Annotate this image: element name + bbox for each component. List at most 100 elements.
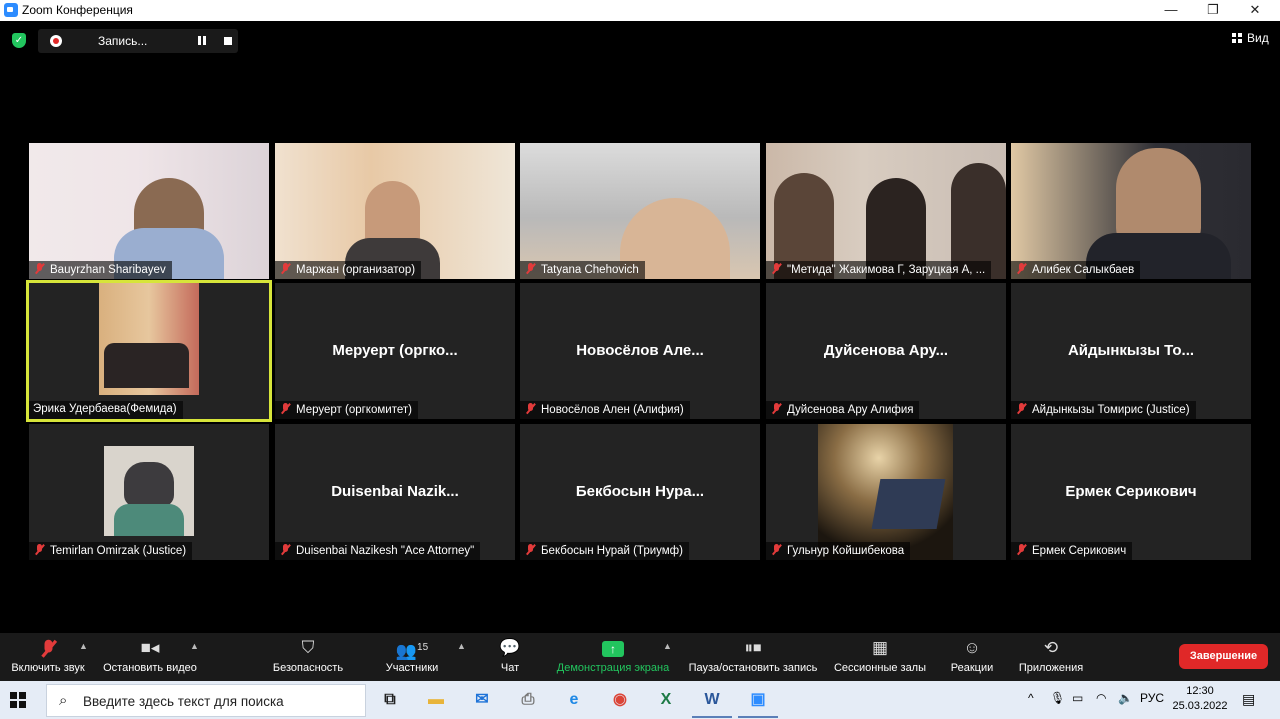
view-label: Вид xyxy=(1247,31,1269,45)
mic-muted-icon xyxy=(1017,263,1026,274)
mic-muted-icon xyxy=(281,544,290,555)
mic-muted-icon xyxy=(772,544,781,555)
reactions-button[interactable]: ☺ Реакции xyxy=(946,633,998,681)
chrome-browser-icon[interactable]: ◉ xyxy=(606,686,634,714)
mic-muted-icon xyxy=(35,544,44,555)
window-titlebar: Zoom Конференция — ❐ ✕ xyxy=(0,0,1280,21)
participant-name: Ермек Серикович xyxy=(1011,542,1133,560)
view-button[interactable]: Вид xyxy=(1232,31,1269,45)
recording-label: Запись... xyxy=(98,34,148,48)
smiley-icon: ☺ xyxy=(963,638,981,657)
edge-browser-icon[interactable]: e xyxy=(560,686,588,714)
participant-tile[interactable]: Дуйсенова Ару... Дуйсенова Ару Алифия xyxy=(766,283,1006,419)
mail-icon[interactable]: ✉ xyxy=(468,686,496,714)
mic-muted-icon xyxy=(281,263,290,274)
security-button[interactable]: ⛉ Безопасность xyxy=(268,633,348,681)
zoom-app-icon xyxy=(4,3,18,17)
participant-avatar-figure xyxy=(114,504,184,536)
minimize-button[interactable]: — xyxy=(1150,0,1192,21)
participants-options-caret-icon[interactable]: ▲ xyxy=(457,641,466,651)
grid-icon xyxy=(1232,33,1242,43)
participant-tile[interactable]: Ермек Серикович Ермек Серикович xyxy=(1011,424,1251,560)
file-explorer-icon[interactable]: ▬ xyxy=(422,686,450,714)
participant-name: Алибек Салыкбаев xyxy=(1011,261,1141,279)
mic-muted-icon xyxy=(772,263,781,274)
mic-muted-icon xyxy=(526,544,535,555)
taskbar-search-box[interactable]: ⌕ Введите здесь текст для поиска xyxy=(46,684,366,717)
pause-stop-recording-button[interactable]: ⏸⏹ Пауза/остановить запись xyxy=(684,633,822,681)
participant-name: Новосёлов Ален (Алифия) xyxy=(520,401,690,419)
participant-tile[interactable]: Гульнур Койшибекова xyxy=(766,424,1006,560)
participant-name: "Метида" Жакимова Г, Заруцкая А, ... xyxy=(766,261,992,279)
participant-display-name: Новосёлов Але... xyxy=(576,342,704,359)
participant-tile[interactable]: Айдынкызы То... Айдынкызы Томирис (Justi… xyxy=(1011,283,1251,419)
participant-name: Tatyana Chehovich xyxy=(520,261,645,279)
battery-icon[interactable]: ▭ xyxy=(1072,691,1083,705)
mic-muted-icon xyxy=(526,263,535,274)
clock-time: 12:30 xyxy=(1186,685,1214,697)
search-placeholder: Введите здесь текст для поиска xyxy=(83,694,284,709)
shield-icon: ⛉ xyxy=(301,638,315,657)
clock-date: 25.03.2022 xyxy=(1172,700,1228,712)
zoom-taskbar-icon[interactable]: ▣ xyxy=(738,686,778,718)
participant-name: Бекбосын Нурай (Триумф) xyxy=(520,542,689,560)
microphone-tray-icon[interactable]: 🎙 xyxy=(1050,691,1065,705)
windows-taskbar: ⌕ Введите здесь текст для поиска ⧉ ▬ ✉ ⎙… xyxy=(0,681,1280,719)
windows-start-icon[interactable] xyxy=(10,692,26,708)
chat-button[interactable]: 💬 Чат xyxy=(490,633,530,681)
pause-recording-icon[interactable] xyxy=(198,36,206,45)
notifications-icon[interactable]: ▤ xyxy=(1242,691,1255,708)
participant-name: Меруерт (оргкомитет) xyxy=(275,401,418,419)
video-camera-icon: ■◂ xyxy=(140,638,160,657)
participant-tile[interactable]: Duisenbai Nazik... Duisenbai Nazikesh "A… xyxy=(275,424,515,560)
participant-avatar-figure xyxy=(124,462,174,507)
share-screen-button[interactable]: ↑ Демонстрация экрана xyxy=(552,633,674,681)
breakout-rooms-button[interactable]: ▦ Сессионные залы xyxy=(832,633,928,681)
participant-tile[interactable]: Temirlan Omirzak (Justice) xyxy=(29,424,269,560)
apps-button[interactable]: ⟲ Приложения xyxy=(1014,633,1088,681)
wifi-icon[interactable]: ◠ xyxy=(1096,691,1106,705)
restore-button[interactable]: ❐ xyxy=(1192,0,1234,21)
participant-tile[interactable]: Бекбосын Нура... Бекбосын Нурай (Триумф) xyxy=(520,424,760,560)
security-shield-icon[interactable]: ✓ xyxy=(12,33,26,48)
participant-tile[interactable]: Меруерт (оргко... Меруерт (оргкомитет) xyxy=(275,283,515,419)
mic-muted-icon xyxy=(772,403,781,414)
taskbar-clock[interactable]: 12:30 25.03.2022 xyxy=(1170,684,1230,714)
end-meeting-button[interactable]: Завершение xyxy=(1179,644,1268,669)
show-hidden-icons-icon[interactable]: ^ xyxy=(1028,691,1034,705)
participant-tile[interactable]: Алибек Салыкбаев xyxy=(1011,143,1251,279)
record-icon xyxy=(50,35,62,47)
participants-button[interactable]: 👥15 Участники xyxy=(380,633,444,681)
apps-icon: ⟲ xyxy=(1043,638,1059,657)
participant-tile[interactable]: Tatyana Chehovich xyxy=(520,143,760,279)
audio-options-caret-icon[interactable]: ▲ xyxy=(79,641,88,651)
stop-recording-icon[interactable] xyxy=(224,37,232,45)
participant-tile[interactable]: Bauyrzhan Sharibayev xyxy=(29,143,269,279)
share-options-caret-icon[interactable]: ▲ xyxy=(663,641,672,651)
language-indicator[interactable]: РУС xyxy=(1140,691,1164,705)
participant-display-name: Бекбосын Нура... xyxy=(575,483,705,500)
mic-muted-icon xyxy=(35,263,44,274)
participant-name: Bauyrzhan Sharibayev xyxy=(29,261,172,279)
participant-display-name: Айдынкызы То... xyxy=(1067,342,1195,359)
participant-name: Duisenbai Nazikesh "Ace Attorney" xyxy=(275,542,481,560)
participant-tile[interactable]: Новосёлов Але... Новосёлов Ален (Алифия) xyxy=(520,283,760,419)
participant-name: Маржан (организатор) xyxy=(275,261,422,279)
chat-bubble-icon: 💬 xyxy=(499,638,521,657)
participant-tile-active-speaker[interactable]: Эрика Удербаева(Фемида) xyxy=(26,280,272,422)
close-button[interactable]: ✕ xyxy=(1234,0,1276,21)
search-icon: ⌕ xyxy=(59,692,68,709)
participant-name: Temirlan Omirzak (Justice) xyxy=(29,542,193,560)
word-icon[interactable]: W xyxy=(692,686,732,718)
participant-tile[interactable]: "Метида" Жакимова Г, Заруцкая А, ... xyxy=(766,143,1006,279)
excel-icon[interactable]: X xyxy=(652,686,680,714)
pause-stop-icon: ⏸⏹ xyxy=(744,638,762,657)
printer-app-icon[interactable]: ⎙ xyxy=(514,686,542,714)
video-options-caret-icon[interactable]: ▲ xyxy=(190,641,199,651)
stop-video-button[interactable]: ■◂ Остановить видео xyxy=(98,633,202,681)
meeting-toolbar: Включить звук ▲ ■◂ Остановить видео ▲ ⛉ … xyxy=(0,633,1280,681)
task-view-icon[interactable]: ⧉ xyxy=(376,686,404,714)
participant-display-name: Duisenbai Nazik... xyxy=(331,483,459,500)
participant-tile[interactable]: Маржан (организатор) xyxy=(275,143,515,279)
volume-icon[interactable]: 🔈 xyxy=(1118,691,1133,705)
